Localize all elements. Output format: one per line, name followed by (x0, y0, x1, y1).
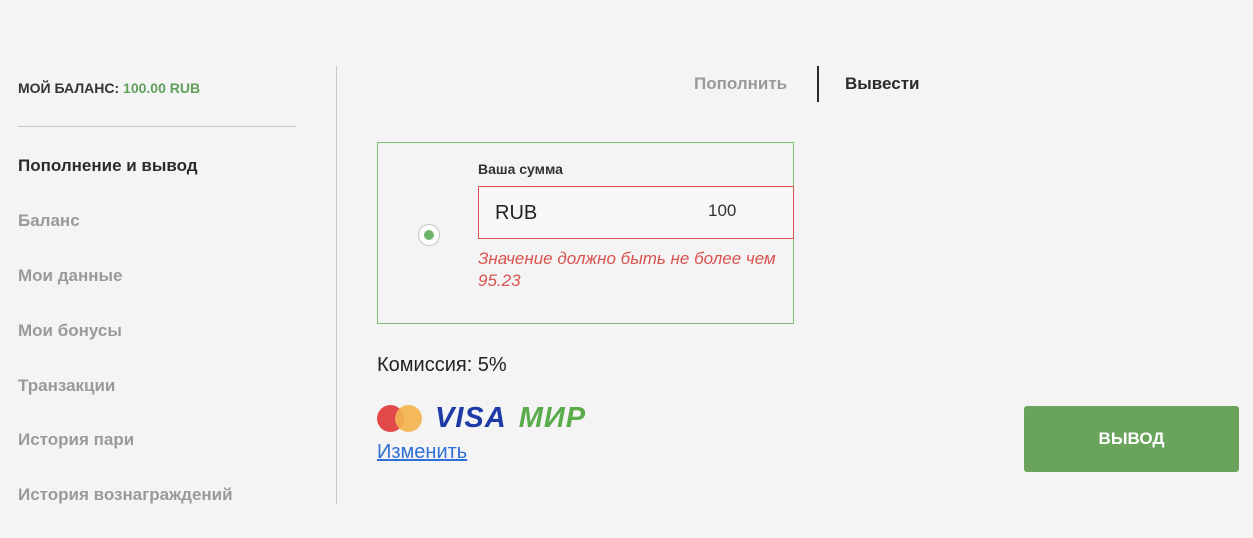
mastercard-icon (377, 404, 423, 432)
sidebar-item-deposit-withdraw[interactable]: Пополнение и вывод (18, 156, 198, 176)
sidebar-item-balance[interactable]: Баланс (18, 211, 80, 231)
tab-deposit[interactable]: Пополнить (694, 74, 787, 94)
radio-selected-dot (424, 230, 434, 240)
amount-value[interactable]: 100 (708, 201, 736, 221)
balance-label: МОЙ БАЛАНС: (18, 80, 120, 96)
payment-methods: VISA МИР (377, 402, 586, 434)
mir-icon: МИР (518, 401, 587, 434)
payment-option-radio[interactable] (418, 224, 440, 246)
change-payment-method-link[interactable]: Изменить (377, 441, 467, 464)
currency-label: RUB (495, 202, 538, 224)
amount-card: Ваша сумма RUB 100 Значение должно быть … (377, 142, 794, 324)
commission-text: Комиссия: 5% (377, 354, 507, 376)
balance-display: МОЙ БАЛАНС: 100.00 RUB (18, 80, 200, 96)
balance-amount: 100.00 RUB (123, 80, 201, 96)
sidebar-item-my-bonuses[interactable]: Мои бонусы (18, 321, 122, 341)
amount-error-message: Значение должно быть не более чем 95.23 (478, 249, 776, 290)
amount-label: Ваша сумма (478, 161, 563, 177)
sidebar-item-bet-history[interactable]: История пари (18, 430, 134, 450)
sidebar-content-divider (336, 66, 337, 504)
sidebar-item-reward-history[interactable]: История вознаграждений (18, 485, 233, 505)
tab-separator (817, 66, 819, 102)
sidebar-divider (18, 126, 296, 127)
visa-icon: VISA (435, 401, 507, 434)
sidebar-item-my-data[interactable]: Мои данные (18, 266, 122, 286)
sidebar-item-transactions[interactable]: Транзакции (18, 376, 115, 396)
withdraw-button[interactable]: ВЫВОД (1024, 406, 1239, 472)
tab-withdraw[interactable]: Вывести (845, 74, 919, 94)
amount-input[interactable]: RUB 100 (478, 186, 794, 239)
